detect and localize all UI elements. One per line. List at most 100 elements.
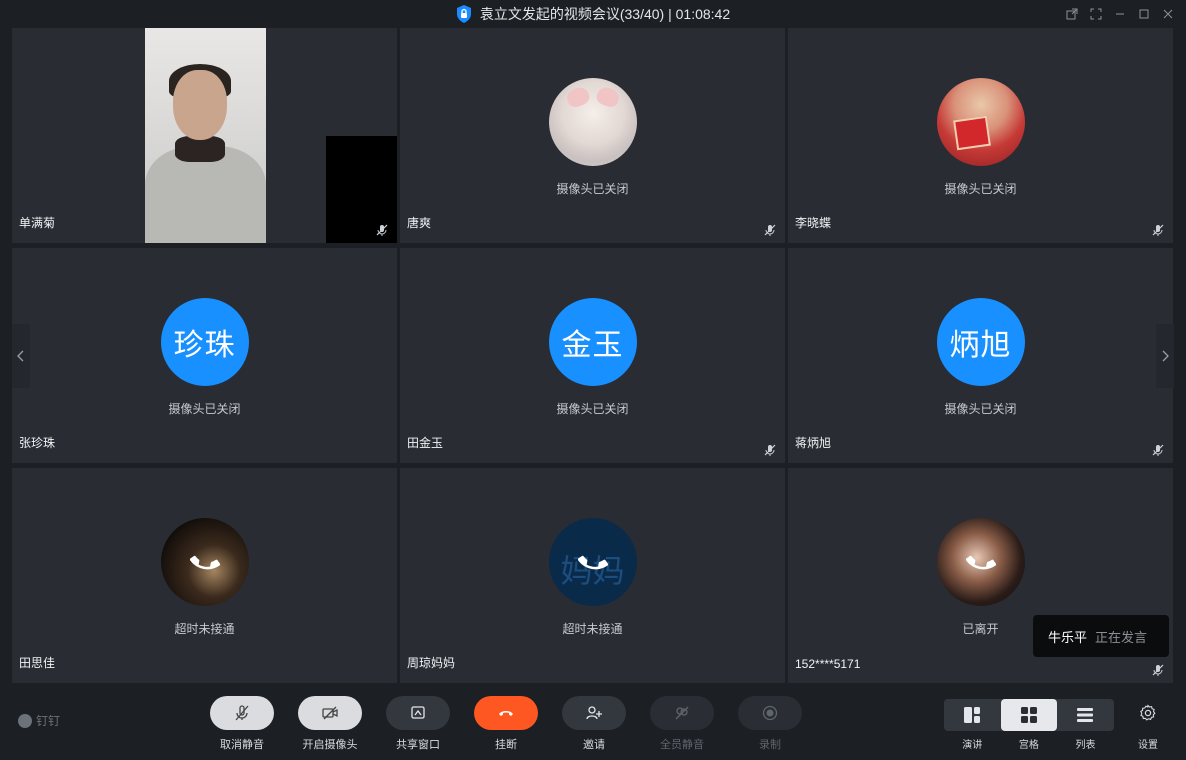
participant-tile[interactable]: 金玉 摄像头已关闭 田金玉 xyxy=(400,248,785,463)
layout-speaker-button[interactable] xyxy=(944,699,1001,731)
title-bar: 袁立文发起的视频会议(33/40) | 01:08:42 xyxy=(0,0,1186,28)
speaking-label: 正在发言 xyxy=(1095,629,1148,645)
settings-label: 设置 xyxy=(1138,740,1158,751)
participant-tile[interactable]: 珍珠 摄像头已关闭 张珍珠 xyxy=(12,248,397,463)
maximize-icon[interactable] xyxy=(1134,4,1154,24)
layout-grid-label: 宫格 xyxy=(1018,740,1039,751)
invite-label: 邀请 xyxy=(583,739,605,751)
phone-icon xyxy=(577,555,608,570)
brand-name: 钉钉 xyxy=(36,714,61,728)
layout-grid-button[interactable] xyxy=(1000,699,1058,731)
next-page-button[interactable] xyxy=(1156,324,1174,388)
avatar-initials: 炳旭 xyxy=(949,329,1012,362)
camera-off-status: 摄像头已关闭 xyxy=(556,402,629,416)
mic-muted-icon xyxy=(764,444,776,456)
minimize-icon[interactable] xyxy=(1110,4,1130,24)
camera-off-status: 摄像头已关闭 xyxy=(944,182,1017,196)
layout-list-label: 列表 xyxy=(1075,740,1096,751)
dingtalk-icon xyxy=(18,713,32,728)
layout-list-button[interactable] xyxy=(1057,699,1114,731)
participant-name: 单满菊 xyxy=(19,216,56,230)
participant-name: 周琼妈妈 xyxy=(407,656,456,670)
mute-all-label: 全员静音 xyxy=(660,739,704,751)
hangup-button[interactable]: 挂断 xyxy=(474,696,538,752)
avatar xyxy=(160,518,249,606)
avatar: 金玉 xyxy=(548,298,637,386)
camera-off-status: 摄像头已关闭 xyxy=(944,402,1017,416)
avatar: 珍珠 xyxy=(160,298,249,386)
mic-muted-icon xyxy=(376,224,388,236)
participant-name: 152****5171 xyxy=(795,657,861,671)
mute-all-button[interactable]: 全员静音 xyxy=(650,696,714,752)
call-status: 超时未接通 xyxy=(562,622,623,636)
participant-name: 李晓蝶 xyxy=(795,216,832,230)
participant-tile[interactable]: 摄像头已关闭 唐爽 xyxy=(400,28,785,243)
list-layout-icon xyxy=(1077,708,1094,722)
participant-name: 田思佳 xyxy=(19,656,56,670)
gear-icon xyxy=(1140,704,1156,721)
participant-video xyxy=(145,28,266,243)
mute-all-icon xyxy=(675,706,689,720)
record-button[interactable]: 录制 xyxy=(738,696,802,752)
hangup-label: 挂断 xyxy=(495,739,517,751)
record-label: 录制 xyxy=(759,739,781,751)
invite-button[interactable]: 邀请 xyxy=(562,696,626,752)
participant-grid: 单满菊 摄像头已关闭 唐爽 摄像头已关闭 李晓蝶 珍珠 摄像头已关闭 张珍珠 金… xyxy=(12,28,1174,684)
meeting-title: 袁立文发起的视频会议(33/40) | 01:08:42 xyxy=(479,6,731,22)
avatar-initials: 珍珠 xyxy=(173,329,236,362)
participant-tile[interactable]: 摄像头已关闭 李晓蝶 xyxy=(788,28,1173,243)
mic-muted-icon xyxy=(1152,444,1164,456)
phone-icon xyxy=(189,555,220,570)
record-icon xyxy=(762,705,778,721)
avatar: 炳旭 xyxy=(936,298,1025,386)
layout-labels: 演讲 宫格 列表 xyxy=(944,736,1114,751)
share-window-button[interactable]: 共享窗口 xyxy=(386,696,450,752)
chevron-left-icon xyxy=(17,350,24,362)
avatar xyxy=(936,78,1025,166)
fullscreen-icon[interactable] xyxy=(1086,4,1106,24)
grid-layout-icon xyxy=(1020,707,1037,723)
participant-name: 唐爽 xyxy=(407,216,432,230)
speaker-layout-icon xyxy=(964,707,981,723)
settings-button[interactable]: 设置 xyxy=(1128,704,1168,751)
unmute-label: 取消静音 xyxy=(220,739,264,751)
speaker-name: 牛乐平 xyxy=(1048,629,1088,645)
camera-off-status: 摄像头已关闭 xyxy=(556,182,629,196)
participant-name: 田金玉 xyxy=(407,436,444,450)
camera-on-button[interactable]: 开启摄像头 xyxy=(298,696,362,752)
mic-muted-icon xyxy=(764,224,776,236)
mic-off-icon xyxy=(235,705,249,721)
avatar xyxy=(936,518,1025,606)
popout-icon[interactable] xyxy=(1062,4,1082,24)
brand-logo: 钉钉 xyxy=(18,712,60,729)
unmute-button[interactable]: 取消静音 xyxy=(210,696,274,752)
phone-icon xyxy=(965,555,996,570)
hangup-icon xyxy=(499,711,513,716)
avatar xyxy=(548,78,637,166)
participant-tile[interactable]: 妈妈 超时未接通 周琼妈妈 xyxy=(400,468,785,683)
add-user-icon xyxy=(586,706,602,720)
meeting-toolbar: 钉钉 取消静音 开启摄像头 共享窗口 挂断 邀请 全员静音 录制 演讲 宫格 列… xyxy=(0,686,1186,760)
close-icon[interactable] xyxy=(1158,4,1178,24)
camera-off-icon xyxy=(322,706,338,720)
share-window-label: 共享窗口 xyxy=(396,739,440,751)
participant-name: 张珍珠 xyxy=(19,436,56,450)
camera-on-label: 开启摄像头 xyxy=(302,739,358,751)
meeting-window: 袁立文发起的视频会议(33/40) | 01:08:42 单满菊 摄像头已关闭 … xyxy=(0,0,1186,760)
share-screen-icon xyxy=(411,706,425,719)
mic-muted-icon xyxy=(1152,224,1164,236)
layout-switcher xyxy=(944,699,1114,731)
chevron-right-icon xyxy=(1162,350,1169,362)
participant-tile[interactable]: 超时未接通 田思佳 xyxy=(12,468,397,683)
participant-name: 蒋炳旭 xyxy=(795,436,832,450)
layout-speaker-label: 演讲 xyxy=(962,740,983,751)
avatar-initials: 金玉 xyxy=(561,329,624,362)
shield-lock-icon xyxy=(456,5,471,23)
prev-page-button[interactable] xyxy=(12,324,30,388)
avatar: 妈妈 xyxy=(548,518,637,606)
camera-off-status: 摄像头已关闭 xyxy=(168,402,241,416)
participant-tile[interactable]: 炳旭 摄像头已关闭 蒋炳旭 xyxy=(788,248,1173,463)
call-status: 超时未接通 xyxy=(174,622,235,636)
active-speaker-toast: 牛乐平 正在发言 xyxy=(1033,615,1169,657)
participant-tile[interactable]: 单满菊 xyxy=(12,28,397,243)
